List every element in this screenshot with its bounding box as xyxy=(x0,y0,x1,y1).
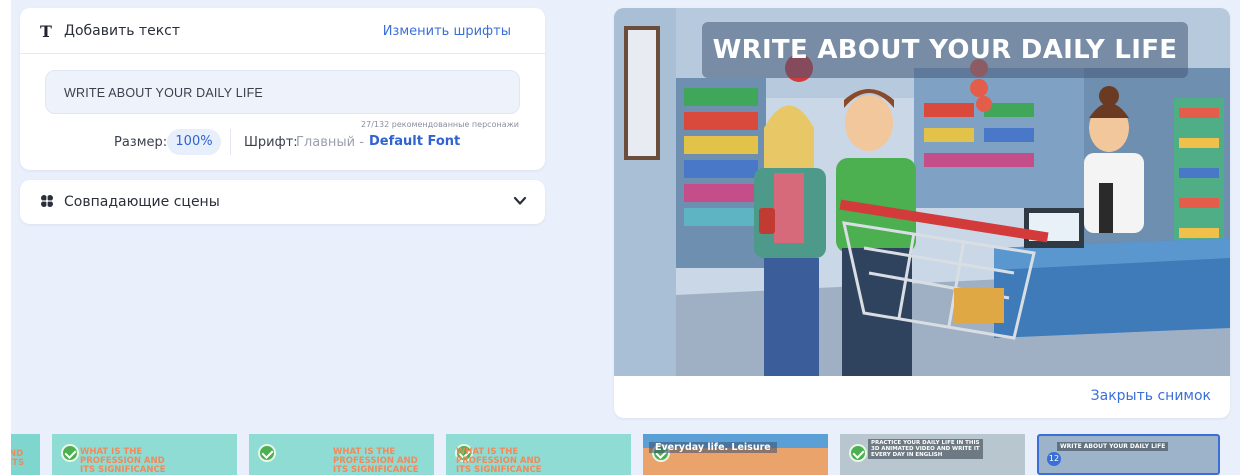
timeline-thumb[interactable]: WHAT IS THE PROFESSION AND ITS SIGNIFICA… xyxy=(446,434,631,475)
title-banner: WRITE ABOUT YOUR DAILY LIFE xyxy=(702,22,1188,78)
change-fonts-link[interactable]: Изменить шрифты xyxy=(383,24,511,39)
scene-preview-image: WRITE ABOUT YOUR DAILY LIFE xyxy=(614,8,1230,376)
brain-icon xyxy=(40,194,54,208)
size-value-button[interactable]: 100% xyxy=(167,129,221,155)
right-edge xyxy=(1240,0,1249,475)
close-snapshot-link[interactable]: Закрыть снимок xyxy=(1091,388,1211,404)
timeline-thumb[interactable]: WHAT IS THE PROFESSION AND ITS SIGNIFICA… xyxy=(249,434,434,475)
check-icon xyxy=(258,444,276,462)
add-text-header: T Добавить текст Изменить шрифты xyxy=(20,8,545,54)
font-main-label: Главный - xyxy=(296,135,364,150)
scene-timeline: NDITS WHAT IS THE PROFESSION AND ITS SIG… xyxy=(11,430,1240,475)
preview-panel: WRITE ABOUT YOUR DAILY LIFE Закрыть сним… xyxy=(614,8,1230,418)
banner-text: WRITE ABOUT YOUR DAILY LIFE xyxy=(712,35,1178,65)
font-select-link[interactable]: Default Font xyxy=(369,134,460,149)
matching-scenes-panel[interactable]: Совпадающие сцены xyxy=(20,180,545,224)
timeline-thumb[interactable]: Everyday life. Leisure xyxy=(643,434,828,475)
check-icon xyxy=(61,444,79,462)
text-t-icon: T xyxy=(40,22,52,41)
timeline-thumb[interactable]: WHAT IS THE PROFESSION AND ITS SIGNIFICA… xyxy=(52,434,237,475)
font-label: Шрифт: xyxy=(244,135,298,150)
add-text-title: Добавить текст xyxy=(64,23,180,39)
character-counter: 27/132 рекомендованные персонажи xyxy=(361,120,519,129)
text-input[interactable]: WRITE ABOUT YOUR DAILY LIFE xyxy=(45,70,520,114)
scene-number-badge: 12 xyxy=(1047,452,1061,466)
divider xyxy=(230,129,231,155)
matching-scenes-title: Совпадающие сцены xyxy=(64,194,220,210)
timeline-thumb[interactable]: PRACTICE YOUR DAILY LIFE IN THIS 3D ANIM… xyxy=(840,434,1025,475)
timeline-thumb-selected[interactable]: WRITE ABOUT YOUR DAILY LIFE 12 xyxy=(1037,434,1220,475)
check-icon xyxy=(849,444,867,462)
add-text-panel: T Добавить текст Изменить шрифты WRITE A… xyxy=(20,8,545,170)
chevron-down-icon[interactable] xyxy=(513,194,527,208)
timeline-thumb-partial[interactable]: NDITS xyxy=(11,434,40,475)
size-label: Размер: xyxy=(114,135,168,150)
